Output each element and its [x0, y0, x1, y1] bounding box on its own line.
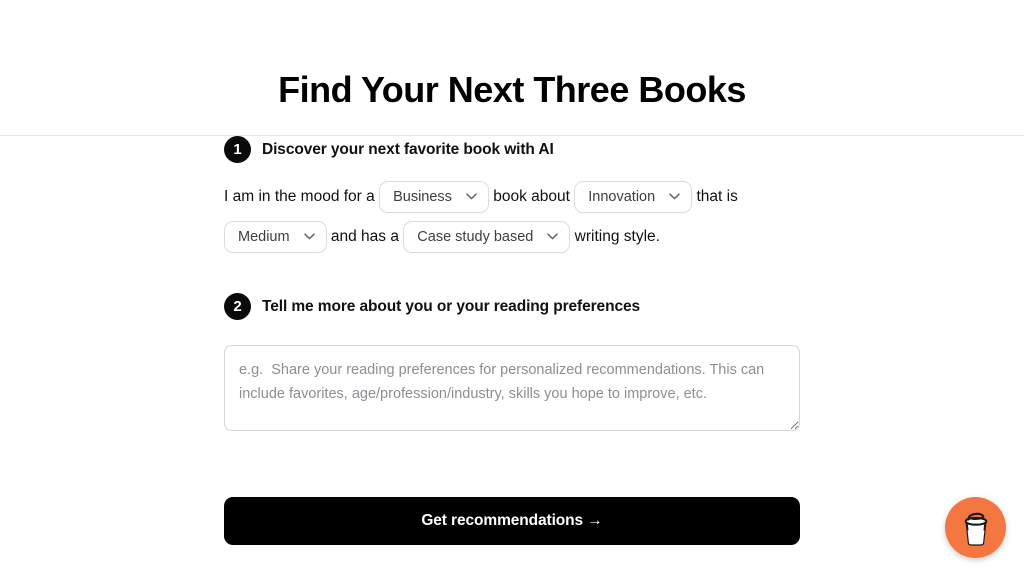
sentence-second-tail: writing style. [570, 228, 660, 245]
step-2-badge: 2 [224, 293, 251, 320]
style-dropdown-value: Case study based [417, 228, 534, 245]
coffee-cup-icon [959, 509, 993, 547]
chevron-down-icon [669, 193, 680, 200]
page-title: Find Your Next Three Books [278, 69, 746, 110]
chevron-down-icon [547, 233, 559, 240]
genre-dropdown[interactable]: Business [379, 180, 489, 213]
recommendation-form: 1 Discover your next favorite book with … [224, 136, 800, 545]
site-header: Find Your Next Three Books [0, 0, 1024, 136]
length-dropdown-value: Medium [238, 228, 290, 245]
topic-dropdown-value: Innovation [588, 188, 656, 205]
reading-preferences-input[interactable] [224, 345, 800, 431]
step-1-title: Discover your next favorite book with AI [262, 140, 554, 158]
mood-sentence: I am in the mood for a Business book abo… [224, 177, 800, 257]
app-root: Find Your Next Three Books 1 Discover yo… [0, 0, 1024, 576]
get-recommendations-button[interactable]: Get recommendations → [224, 497, 800, 545]
step-1-header: 1 Discover your next favorite book with … [224, 136, 800, 163]
sentence-lead: I am in the mood for a [224, 188, 380, 205]
sentence-second-mid: and has a [326, 228, 404, 245]
buy-me-a-coffee-button[interactable] [945, 497, 1006, 558]
chevron-down-icon [303, 233, 315, 240]
step-2: 2 Tell me more about you or your reading… [224, 293, 800, 431]
topic-dropdown[interactable]: Innovation [574, 180, 693, 213]
chevron-down-icon [466, 193, 477, 200]
genre-dropdown-value: Business [393, 188, 452, 205]
length-dropdown[interactable]: Medium [224, 220, 327, 253]
step-1: 1 Discover your next favorite book with … [224, 136, 800, 257]
sentence-mid: book about [488, 188, 575, 205]
sentence-tail: that is [692, 188, 738, 205]
step-1-badge: 1 [224, 136, 251, 163]
step-2-header: 2 Tell me more about you or your reading… [224, 293, 800, 320]
style-dropdown[interactable]: Case study based [403, 220, 571, 253]
step-2-title: Tell me more about you or your reading p… [262, 297, 641, 315]
